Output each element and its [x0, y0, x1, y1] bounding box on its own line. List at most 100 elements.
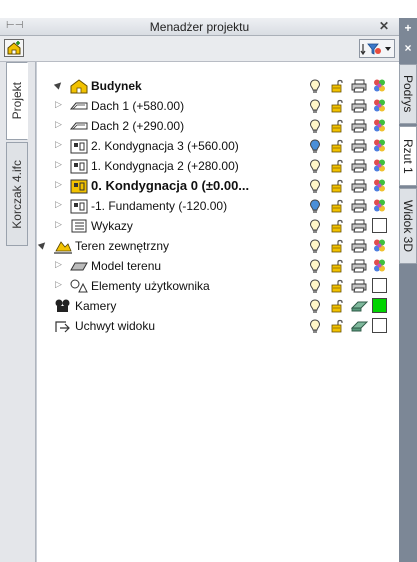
left-tab-strip: Projekt Korczak 4.ifc [0, 62, 36, 562]
print-icon[interactable] [350, 99, 367, 113]
expand-arrow-icon[interactable]: ▷ [55, 160, 62, 170]
tree-row[interactable]: ▷ -1. Fundamenty (-120.00) [37, 196, 400, 216]
tree-row-label: Kamery [75, 299, 117, 313]
lock-icon[interactable] [330, 319, 346, 333]
lock-icon[interactable] [330, 279, 346, 293]
tree-row[interactable]: Kamery [37, 296, 400, 316]
print-icon[interactable] [350, 219, 367, 233]
lock-icon[interactable] [330, 179, 346, 193]
toolbar [0, 36, 399, 62]
roof-icon [69, 98, 89, 114]
tree-row-label: Budynek [91, 79, 142, 93]
visibility-bulb-icon[interactable] [309, 299, 325, 313]
tree-row[interactable]: ▷ Dach 1 (+580.00) [37, 96, 400, 116]
visibility-bulb-icon[interactable] [309, 119, 325, 133]
tab-widok-3d-label: Widok 3D [401, 199, 415, 252]
lock-icon[interactable] [330, 99, 346, 113]
add-tab-icon[interactable]: + [399, 20, 417, 36]
print-icon[interactable] [350, 159, 367, 173]
color-palette-icon[interactable] [372, 238, 388, 252]
print-icon[interactable] [350, 279, 367, 293]
visibility-bulb-icon[interactable] [309, 79, 325, 93]
visibility-bulb-icon[interactable] [309, 259, 325, 273]
expand-arrow-icon[interactable]: ▷ [55, 200, 62, 210]
lock-icon[interactable] [330, 119, 346, 133]
add-element-button[interactable] [4, 39, 24, 57]
tree-row[interactable]: ▷ Wykazy [37, 216, 400, 236]
tab-projekt-label: Projekt [10, 82, 24, 120]
tree-row[interactable]: ▷ Model terenu [37, 256, 400, 276]
tab-korczak-ifc[interactable]: Korczak 4.ifc [6, 142, 28, 246]
tree-row-label: 2. Kondygnacja 3 (+560.00) [91, 139, 239, 153]
expand-arrow-icon[interactable]: ▷ [55, 280, 62, 290]
close-tab-icon[interactable]: × [399, 40, 417, 56]
visibility-bulb-icon[interactable] [309, 319, 325, 333]
tree-row[interactable]: ▷ 2. Kondygnacja 3 (+560.00) [37, 136, 400, 156]
color-palette-icon[interactable] [372, 118, 388, 132]
lock-icon[interactable] [330, 239, 346, 253]
print-icon[interactable] [350, 199, 367, 213]
lock-icon[interactable] [330, 139, 346, 153]
tree-row[interactable]: ▲ Teren zewnętrzny [36, 236, 400, 256]
color-palette-icon[interactable] [372, 178, 388, 192]
close-icon[interactable]: ✕ [379, 19, 389, 33]
tree-row-label: Dach 2 (+290.00) [91, 119, 185, 133]
expand-arrow-icon[interactable]: ▷ [55, 260, 62, 270]
lock-icon[interactable] [330, 199, 346, 213]
visibility-bulb-icon[interactable] [309, 219, 325, 233]
expand-arrow-icon[interactable]: ▷ [55, 120, 62, 130]
color-swatch[interactable] [372, 278, 387, 293]
tab-rzut-1[interactable]: Rzut 1 [399, 126, 417, 186]
lock-icon[interactable] [330, 219, 346, 233]
eraser-icon[interactable] [350, 319, 369, 333]
print-icon[interactable] [350, 179, 367, 193]
print-icon[interactable] [350, 239, 367, 253]
expand-arrow-icon[interactable]: ▷ [55, 220, 62, 230]
visibility-bulb-icon[interactable] [309, 179, 325, 193]
visibility-bulb-icon[interactable] [309, 99, 325, 113]
tree-row[interactable]: ▷ 0. Kondygnacja 0 (±0.00... [37, 176, 400, 196]
tab-rzut-1-label: Rzut 1 [401, 138, 415, 174]
print-icon[interactable] [350, 259, 367, 273]
lock-icon[interactable] [330, 159, 346, 173]
tree-row[interactable]: Uchwyt widoku [37, 316, 400, 336]
collapse-arrow-icon[interactable]: ▲ [52, 79, 64, 91]
color-palette-icon[interactable] [372, 198, 388, 212]
new-building-icon [7, 41, 21, 55]
color-swatch[interactable] [372, 298, 387, 313]
collapse-arrow-icon[interactable]: ▲ [36, 239, 48, 251]
color-swatch[interactable] [372, 318, 387, 333]
print-icon[interactable] [350, 79, 367, 93]
color-swatch[interactable] [372, 218, 387, 233]
print-icon[interactable] [350, 139, 367, 153]
tree-row[interactable]: ▲ Budynek [37, 76, 400, 96]
color-palette-icon[interactable] [372, 98, 388, 112]
tree-row[interactable]: ▷ Elementy użytkownika [37, 276, 400, 296]
tree-row[interactable]: ▷ Dach 2 (+290.00) [37, 116, 400, 136]
eraser-icon[interactable] [350, 299, 369, 313]
tab-podrys[interactable]: Podrys [399, 64, 417, 124]
filter-dropdown[interactable] [359, 39, 395, 58]
lock-icon[interactable] [330, 259, 346, 273]
expand-arrow-icon[interactable]: ▷ [55, 100, 62, 110]
expand-arrow-icon[interactable]: ▷ [55, 180, 62, 190]
tab-widok-3d[interactable]: Widok 3D [399, 188, 417, 264]
tree-row[interactable]: ▷ 1. Kondygnacja 2 (+280.00) [37, 156, 400, 176]
panel-title-bar: ⊢⊣ Menadżer projektu ✕ [0, 18, 399, 36]
color-palette-icon[interactable] [372, 258, 388, 272]
color-palette-icon[interactable] [372, 138, 388, 152]
visibility-bulb-icon[interactable] [309, 159, 325, 173]
visibility-bulb-icon[interactable] [309, 279, 325, 293]
print-icon[interactable] [350, 119, 367, 133]
tab-projekt[interactable]: Projekt [6, 62, 28, 140]
visibility-bulb-icon[interactable] [309, 199, 325, 213]
expand-arrow-icon[interactable]: ▷ [55, 140, 62, 150]
color-palette-icon[interactable] [372, 158, 388, 172]
visibility-bulb-icon[interactable] [309, 139, 325, 153]
list-icon [69, 218, 89, 234]
visibility-bulb-icon[interactable] [309, 239, 325, 253]
lock-icon[interactable] [330, 299, 346, 313]
tree-row-label: 0. Kondygnacja 0 (±0.00... [91, 178, 250, 193]
lock-icon[interactable] [330, 79, 346, 93]
color-palette-icon[interactable] [372, 78, 388, 92]
